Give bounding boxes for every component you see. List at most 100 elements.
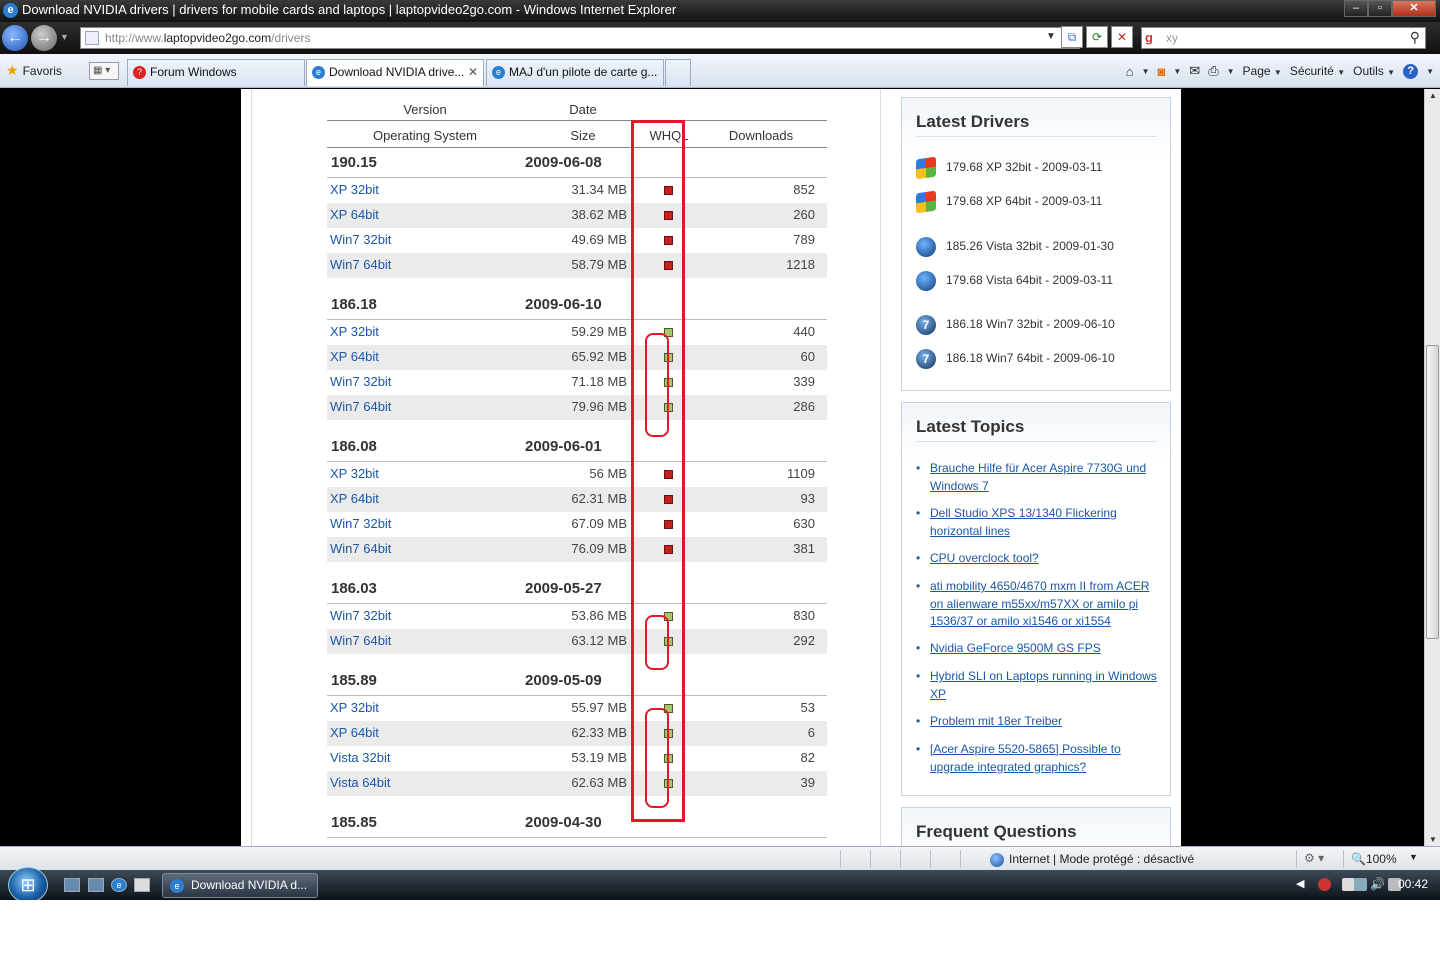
volume-icon[interactable]: 🔊 — [1370, 878, 1385, 891]
os-download-link[interactable]: Win7 64bit — [330, 257, 391, 272]
bullet-icon: • — [916, 714, 921, 728]
os-download-link[interactable]: Win7 32bit — [330, 374, 391, 389]
search-box[interactable]: g xy ⚲ — [1141, 27, 1426, 49]
network-icon[interactable] — [1354, 878, 1367, 891]
topic-item[interactable]: • Hybrid SLI on Laptops running in Window… — [916, 668, 1161, 703]
os-download-link[interactable]: XP 64bit — [330, 725, 379, 740]
os-download-link[interactable]: Vista 32bit — [330, 750, 390, 765]
show-desktop-icon[interactable] — [64, 878, 80, 892]
history-dropdown-icon[interactable]: ▼ — [60, 32, 69, 42]
compatibility-icon[interactable]: ⧉ — [1061, 26, 1083, 48]
search-icon[interactable]: ⚲ — [1410, 29, 1420, 46]
rss-icon[interactable]: ◙ — [1158, 64, 1166, 79]
latest-driver-item[interactable]: 7 186.18 Win7 32bit - 2009-06-10 — [916, 315, 1115, 335]
protected-mode-icon[interactable]: ⚙ ▾ — [1304, 851, 1324, 865]
topic-item[interactable]: • [Acer Aspire 5520-5865] Possible to upg… — [916, 741, 1161, 776]
mail-icon[interactable]: ✉ — [1189, 63, 1200, 79]
tools-menu[interactable]: Outils ▼ — [1353, 64, 1395, 78]
tab-maj-pilote[interactable]: e MAJ d'un pilote de carte g... — [486, 59, 664, 86]
print-icon[interactable]: ⎙ — [1208, 63, 1218, 79]
topic-link[interactable]: Nvidia GeForce 9500M GS FPS — [930, 641, 1101, 655]
latest-topics-title: Latest Topics — [916, 417, 1025, 436]
zoom-dropdown-icon[interactable]: ▼ — [1409, 852, 1418, 862]
topic-item[interactable]: • Nvidia GeForce 9500M GS FPS — [916, 640, 1161, 658]
os-download-link[interactable]: Win7 64bit — [330, 541, 391, 556]
switch-windows-icon[interactable] — [88, 878, 104, 892]
security-zone[interactable]: Internet | Mode protégé : désactivé — [990, 852, 1194, 867]
os-download-link[interactable]: Win7 32bit — [330, 232, 391, 247]
topic-link[interactable]: CPU overclock tool? — [930, 551, 1039, 565]
forward-button[interactable]: → — [31, 25, 57, 51]
latest-driver-item[interactable]: 179.68 XP 32bit - 2009-03-11 — [916, 156, 1103, 180]
home-icon[interactable]: ⌂ — [1126, 64, 1134, 79]
taskbar-ie-window[interactable]: e Download NVIDIA d... — [162, 873, 318, 898]
latest-driver-label: 179.68 XP 32bit - 2009-03-11 — [946, 160, 1103, 175]
search-input[interactable]: xy — [1166, 31, 1178, 45]
os-download-link[interactable]: XP 32bit — [330, 700, 379, 715]
topic-link[interactable]: Brauche Hilfe für Acer Aspire 7730G und … — [930, 461, 1146, 493]
vertical-scrollbar[interactable]: ▲ ▼ — [1424, 89, 1440, 846]
print-dropdown-icon[interactable]: ▼ — [1227, 67, 1235, 76]
topic-link[interactable]: Hybrid SLI on Laptops running in Windows… — [930, 669, 1157, 701]
ie-quicklaunch-icon[interactable]: e — [111, 878, 127, 892]
os-download-link[interactable]: XP 32bit — [330, 324, 379, 339]
new-tab-button[interactable] — [665, 59, 691, 86]
os-download-link[interactable]: Win7 32bit — [330, 608, 391, 623]
os-download-link[interactable]: Win7 32bit — [330, 516, 391, 531]
rss-dropdown-icon[interactable]: ▼ — [1173, 67, 1181, 76]
start-button[interactable]: ⊞ — [8, 867, 48, 900]
home-dropdown-icon[interactable]: ▼ — [1142, 67, 1150, 76]
security-menu[interactable]: Sécurité ▼ — [1290, 64, 1345, 78]
back-button[interactable]: ← — [2, 25, 28, 51]
os-download-link[interactable]: XP 32bit — [330, 466, 379, 481]
favorites-button[interactable]: ★ Favoris — [6, 62, 62, 79]
tab-forum-windows[interactable]: ? Forum Windows — [127, 59, 305, 86]
table-row: Win7 32bit 49.69 MB 789 — [327, 228, 827, 253]
page-menu[interactable]: Page ▼ — [1243, 64, 1282, 78]
zoom-level[interactable]: 🔍100% — [1351, 852, 1397, 866]
app-quicklaunch-icon[interactable] — [134, 878, 150, 892]
help-icon[interactable]: ? — [1403, 63, 1419, 79]
os-download-link[interactable]: Win7 64bit — [330, 633, 391, 648]
file-size: 55.97 MB — [571, 700, 627, 715]
scroll-up-icon[interactable]: ▲ — [1429, 91, 1437, 100]
topic-link[interactable]: Problem mit 18er Treiber — [930, 714, 1062, 728]
topic-item[interactable]: • CPU overclock tool? — [916, 550, 1161, 568]
os-download-link[interactable]: XP 64bit — [330, 349, 379, 364]
topic-link[interactable]: ati mobility 4650/4670 mxm II from ACER … — [930, 579, 1149, 628]
tab-nvidia-drivers[interactable]: e Download NVIDIA drive... ✕ — [306, 59, 484, 86]
topic-link[interactable]: Dell Studio XPS 13/1340 Flickering horiz… — [930, 506, 1117, 538]
topic-item[interactable]: • ati mobility 4650/4670 mxm II from ACER… — [916, 578, 1161, 631]
topic-link[interactable]: [Acer Aspire 5520-5865] Possible to upgr… — [930, 742, 1121, 774]
os-download-link[interactable]: Vista 64bit — [330, 775, 390, 790]
refresh-icon[interactable]: ⟳ — [1086, 26, 1108, 48]
clock[interactable]: 00:42 — [1398, 877, 1428, 891]
scroll-thumb[interactable] — [1426, 345, 1439, 639]
address-bar[interactable]: http://www.laptopvideo2go.com/drivers ▼ — [80, 27, 1080, 49]
topic-item[interactable]: • Problem mit 18er Treiber — [916, 713, 1161, 731]
window-title: Download NVIDIA drivers | drivers for mo… — [22, 2, 677, 17]
latest-driver-item[interactable]: 179.68 XP 64bit - 2009-03-11 — [916, 190, 1102, 214]
tray-expand-icon[interactable]: ◀ — [1296, 877, 1304, 890]
topic-item[interactable]: • Brauche Hilfe für Acer Aspire 7730G und… — [916, 460, 1161, 495]
topic-item[interactable]: • Dell Studio XPS 13/1340 Flickering hori… — [916, 505, 1161, 540]
quick-tabs-button[interactable]: ▦ ▾ — [89, 62, 119, 80]
tab-close-icon[interactable]: ✕ — [468, 60, 478, 85]
close-button[interactable]: ✕ — [1392, 0, 1436, 17]
latest-driver-item[interactable]: 185.26 Vista 32bit - 2009-01-30 — [916, 237, 1114, 257]
address-dropdown-icon[interactable]: ▼ — [1046, 31, 1056, 42]
os-download-link[interactable]: Win7 64bit — [330, 399, 391, 414]
maximize-button[interactable]: ▫ — [1368, 0, 1392, 17]
os-download-link[interactable]: XP 32bit — [330, 182, 379, 197]
status-separator — [870, 850, 871, 868]
scroll-down-icon[interactable]: ▼ — [1429, 835, 1437, 844]
network-alert-icon[interactable] — [1318, 878, 1331, 891]
stop-icon[interactable]: ✕ — [1111, 26, 1133, 48]
tab-bar: ★ Favoris ▦ ▾ ? Forum Windows e Download … — [0, 54, 1440, 88]
os-download-link[interactable]: XP 64bit — [330, 207, 379, 222]
help-dropdown-icon[interactable]: ▼ — [1426, 67, 1434, 76]
minimize-button[interactable]: – — [1344, 0, 1368, 17]
latest-driver-item[interactable]: 7 186.18 Win7 64bit - 2009-06-10 — [916, 349, 1115, 369]
latest-driver-item[interactable]: 179.68 Vista 64bit - 2009-03-11 — [916, 271, 1113, 291]
os-download-link[interactable]: XP 64bit — [330, 491, 379, 506]
